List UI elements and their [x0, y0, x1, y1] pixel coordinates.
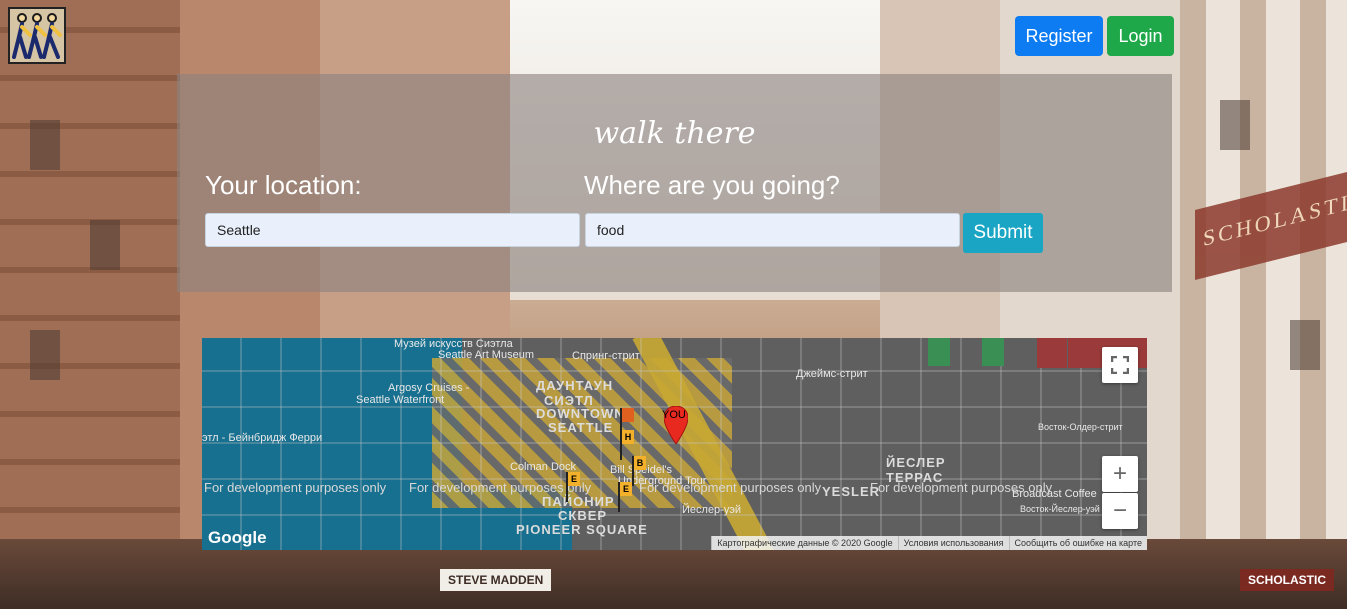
map-label: Seattle Waterfront — [356, 394, 445, 406]
dev-watermark: For development purposes only — [639, 480, 822, 495]
flag-marker[interactable]: E — [566, 472, 580, 502]
walking-people-icon — [12, 13, 62, 59]
window — [1220, 100, 1250, 150]
storefront-sign: STEVE MADDEN — [440, 569, 552, 591]
dev-watermark: For development purposes only — [204, 480, 387, 495]
map-label: Восток-Йеслер-уэй — [1020, 504, 1100, 514]
fullscreen-button[interactable] — [1102, 347, 1138, 383]
destination-label: Where are you going? — [584, 170, 840, 200]
flag-label: B — [634, 456, 646, 470]
map-block — [1037, 338, 1067, 368]
google-logo: Google — [208, 528, 267, 547]
map-label: ЙЕСЛЕР — [886, 455, 946, 470]
window — [30, 120, 60, 170]
map-label: PIONEER SQUARE — [516, 522, 648, 537]
search-panel: walk there Your location: Where are you … — [177, 74, 1172, 292]
map-label: Спринг-стрит — [572, 350, 640, 362]
fullscreen-icon — [1111, 356, 1129, 374]
map-label: Seattle Art Museum — [438, 349, 534, 361]
map-street-grid — [202, 338, 1147, 550]
map-label: этл - Бейнбридж Ферри — [202, 432, 323, 444]
report-error-link[interactable]: Сообщить об ошибке на карте — [1008, 536, 1147, 550]
map-label: СКВЕР — [558, 508, 608, 523]
storefront-sign: SCHOLASTIC — [1240, 569, 1334, 591]
building-right-3 — [1180, 0, 1347, 609]
flag-label: E — [620, 482, 632, 496]
map-label: SEATTLE — [548, 420, 614, 435]
zoom-in-button[interactable]: + — [1102, 456, 1138, 492]
map-label: Argosy Cruises - — [388, 382, 470, 394]
register-button[interactable]: Register — [1015, 16, 1103, 56]
you-marker[interactable]: YOU — [662, 405, 689, 445]
map-data-credit: Картографические данные © 2020 Google — [711, 536, 897, 550]
dev-watermark: For development purposes only — [870, 480, 1053, 495]
map-label: DOWNTOWN — [536, 406, 625, 421]
map-park — [928, 338, 950, 366]
flag-marker[interactable]: B — [632, 456, 646, 486]
map-label: Джеймс-стрит — [796, 368, 868, 380]
flag-label: E — [568, 472, 580, 486]
google-map[interactable]: Музей искусств Сиэтла Seattle Art Museum… — [202, 338, 1147, 550]
zoom-out-button[interactable]: − — [1102, 493, 1138, 529]
location-label: Your location: — [205, 170, 362, 200]
destination-input[interactable]: food — [585, 213, 960, 247]
submit-button[interactable]: Submit — [963, 213, 1043, 253]
terms-link[interactable]: Условия использования — [897, 536, 1009, 550]
window — [1290, 320, 1320, 370]
map-label: ДАУНТАУН — [536, 378, 614, 393]
login-button[interactable]: Login — [1107, 16, 1174, 56]
window — [90, 220, 120, 270]
app-logo[interactable] — [8, 7, 66, 64]
flag-label: H — [622, 430, 634, 444]
dev-watermark: For development purposes only — [409, 480, 592, 495]
window — [30, 330, 60, 380]
you-label: YOU — [662, 409, 686, 421]
brand-title: walk there — [593, 116, 756, 151]
location-input[interactable]: Seattle — [205, 213, 580, 247]
map-attribution: Картографические данные © 2020 Google Ус… — [711, 536, 1147, 550]
map-park — [982, 338, 1004, 366]
flag-marker[interactable]: E — [618, 482, 632, 512]
map-label: Восток-Олдер-стрит — [1038, 422, 1123, 432]
map-label: Йеслер-уэй — [682, 504, 741, 516]
